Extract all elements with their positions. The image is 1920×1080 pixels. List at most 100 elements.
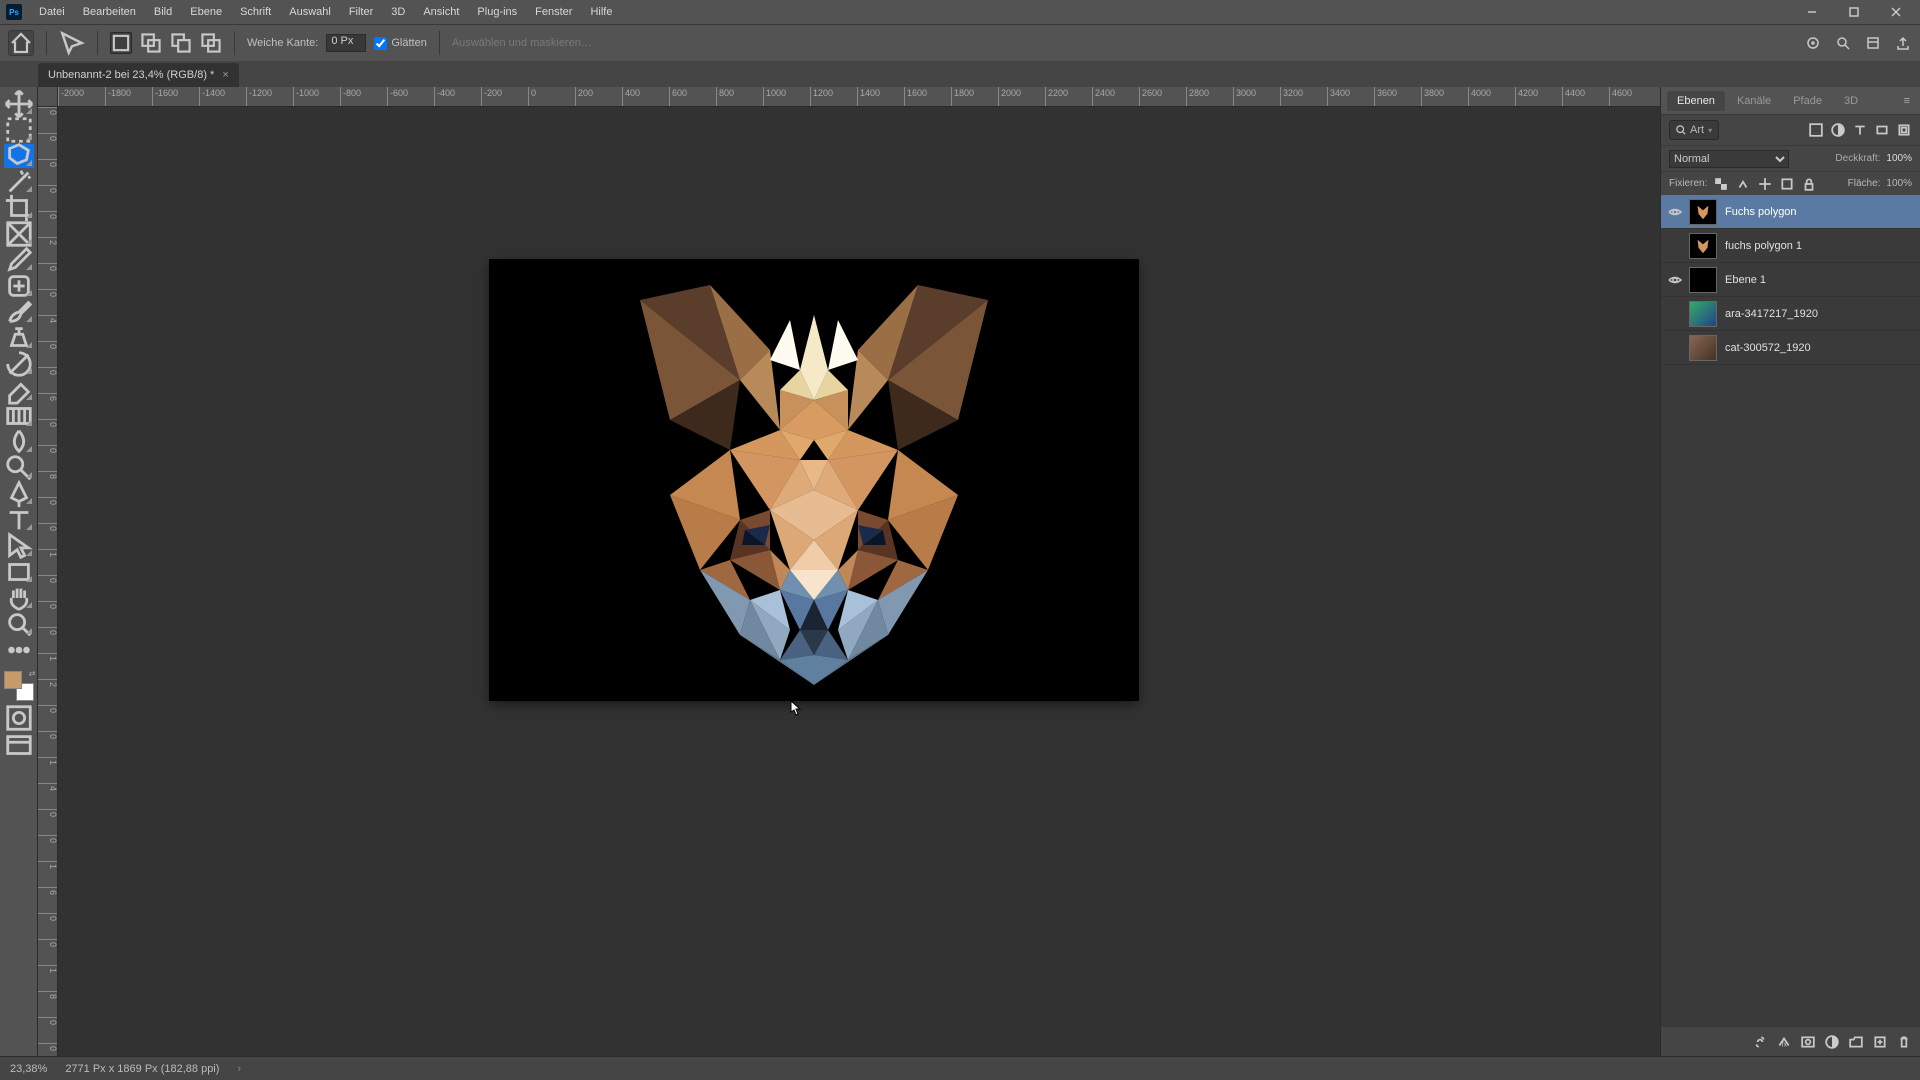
layer-thumbnail[interactable] [1689, 233, 1717, 259]
link-layers-icon[interactable] [1752, 1034, 1768, 1050]
lock-artboard-icon[interactable] [1779, 176, 1795, 192]
menu-schrift[interactable]: Schrift [231, 6, 280, 18]
healing-brush-tool[interactable] [4, 274, 34, 298]
ruler-horizontal[interactable]: -2000-1800-1600-1400-1200-1000-800-600-4… [58, 87, 1660, 107]
screen-mode-icon[interactable] [4, 735, 34, 757]
menu-bild[interactable]: Bild [145, 6, 181, 18]
blend-mode-select[interactable]: Normal [1669, 150, 1789, 168]
layer-row[interactable]: ara-3417217_1920 [1661, 297, 1920, 331]
layer-row[interactable]: fuchs polygon 1 [1661, 229, 1920, 263]
menu-hilfe[interactable]: Hilfe [581, 6, 621, 18]
share-icon[interactable] [1894, 34, 1912, 52]
layer-thumbnail[interactable] [1689, 301, 1717, 327]
layer-name[interactable]: ara-3417217_1920 [1725, 308, 1818, 320]
menu-fenster[interactable]: Fenster [526, 6, 581, 18]
lock-transparent-icon[interactable] [1713, 176, 1729, 192]
antialias-checkbox[interactable] [374, 37, 387, 50]
menu-plugins[interactable]: Plug-ins [468, 6, 526, 18]
menu-filter[interactable]: Filter [340, 6, 382, 18]
eyedropper-tool[interactable] [4, 248, 34, 272]
filter-type-icon[interactable] [1852, 122, 1868, 138]
zoom-tool[interactable] [4, 612, 34, 636]
menu-ansicht[interactable]: Ansicht [414, 6, 468, 18]
layer-name[interactable]: cat-300572_1920 [1725, 342, 1811, 354]
layer-thumbnail[interactable] [1689, 199, 1717, 225]
new-layer-icon[interactable] [1872, 1034, 1888, 1050]
menu-auswahl[interactable]: Auswahl [280, 6, 340, 18]
adjustment-layer-icon[interactable] [1824, 1034, 1840, 1050]
layer-thumbnail[interactable] [1689, 267, 1717, 293]
layer-thumbnail[interactable] [1689, 335, 1717, 361]
target-icon[interactable] [1804, 34, 1822, 52]
tab-3d[interactable]: 3D [1834, 91, 1868, 111]
type-tool[interactable] [4, 508, 34, 532]
quick-mask-icon[interactable] [4, 707, 34, 729]
filter-smart-icon[interactable] [1896, 122, 1912, 138]
crop-tool[interactable] [4, 196, 34, 220]
clone-stamp-tool[interactable] [4, 326, 34, 350]
swap-colors-icon[interactable]: ⇄ [29, 669, 36, 678]
filter-adjustment-icon[interactable] [1830, 122, 1846, 138]
feather-input[interactable]: 0 Px [326, 34, 366, 52]
magic-wand-tool[interactable] [4, 170, 34, 194]
document-tab-close-icon[interactable]: × [222, 69, 228, 81]
rectangle-tool[interactable] [4, 560, 34, 584]
document-tab[interactable]: Unbenannt-2 bei 23,4% (RGB/8) * × [38, 63, 239, 87]
pen-tool[interactable] [4, 482, 34, 506]
layer-filter-kind[interactable]: Art ▾ [1669, 120, 1719, 140]
status-more-icon[interactable]: › [237, 1063, 241, 1075]
layer-list[interactable]: Fuchs polygon fuchs polygon 1 Ebene 1 ara-3… [1661, 195, 1920, 1026]
marquee-tool[interactable] [4, 118, 34, 142]
history-brush-tool[interactable] [4, 352, 34, 376]
selection-new-icon[interactable] [110, 32, 132, 54]
search-icon[interactable] [1834, 34, 1852, 52]
filter-pixel-icon[interactable] [1808, 122, 1824, 138]
home-button[interactable] [8, 30, 34, 56]
zoom-readout[interactable]: 23,38% [10, 1063, 47, 1075]
lock-image-icon[interactable] [1735, 176, 1751, 192]
layer-mask-icon[interactable] [1800, 1034, 1816, 1050]
hand-tool[interactable] [4, 586, 34, 610]
layer-name[interactable]: Fuchs polygon [1725, 206, 1797, 218]
eraser-tool[interactable] [4, 378, 34, 402]
tab-kanaele[interactable]: Kanäle [1727, 91, 1781, 111]
selection-add-icon[interactable] [140, 32, 162, 54]
blur-tool[interactable] [4, 430, 34, 454]
layer-name[interactable]: fuchs polygon 1 [1725, 240, 1802, 252]
lasso-tool[interactable] [4, 144, 34, 168]
selection-intersect-icon[interactable] [200, 32, 222, 54]
opacity-value[interactable]: 100% [1886, 153, 1912, 164]
window-maximize-button[interactable] [1836, 2, 1872, 22]
tab-ebenen[interactable]: Ebenen [1667, 91, 1725, 111]
foreground-color-swatch[interactable] [4, 671, 22, 689]
layer-style-icon[interactable]: fx [1776, 1034, 1792, 1050]
dodge-tool[interactable] [4, 456, 34, 480]
layer-name[interactable]: Ebene 1 [1725, 274, 1766, 286]
menu-datei[interactable]: Datei [30, 6, 74, 18]
selection-subtract-icon[interactable] [170, 32, 192, 54]
filter-shape-icon[interactable] [1874, 122, 1890, 138]
brush-tool[interactable] [4, 300, 34, 324]
ruler-vertical[interactable]: 0000020040060080010001200140016001800 [38, 107, 58, 1056]
menu-bearbeiten[interactable]: Bearbeiten [74, 6, 145, 18]
document-dimensions[interactable]: 2771 Px x 1869 Px (182,88 ppi) [65, 1063, 219, 1075]
layer-group-icon[interactable] [1848, 1034, 1864, 1050]
gradient-tool[interactable] [4, 404, 34, 428]
window-minimize-button[interactable] [1794, 2, 1830, 22]
fill-value[interactable]: 100% [1886, 178, 1912, 189]
layer-row[interactable]: cat-300572_1920 [1661, 331, 1920, 365]
workspace-icon[interactable] [1864, 34, 1882, 52]
canvas-area[interactable] [58, 107, 1660, 1056]
ruler-origin[interactable] [38, 87, 58, 107]
layer-row[interactable]: Ebene 1 [1661, 263, 1920, 297]
artboard[interactable] [490, 260, 1138, 700]
window-close-button[interactable] [1878, 2, 1914, 22]
tool-preset-picker[interactable] [59, 30, 85, 56]
panel-menu-icon[interactable]: ≡ [1900, 95, 1914, 107]
delete-layer-icon[interactable] [1896, 1034, 1912, 1050]
lock-position-icon[interactable] [1757, 176, 1773, 192]
layer-visibility-icon[interactable] [1661, 273, 1689, 287]
lock-all-icon[interactable] [1801, 176, 1817, 192]
move-tool[interactable] [4, 92, 34, 116]
menu-ebene[interactable]: Ebene [181, 6, 231, 18]
